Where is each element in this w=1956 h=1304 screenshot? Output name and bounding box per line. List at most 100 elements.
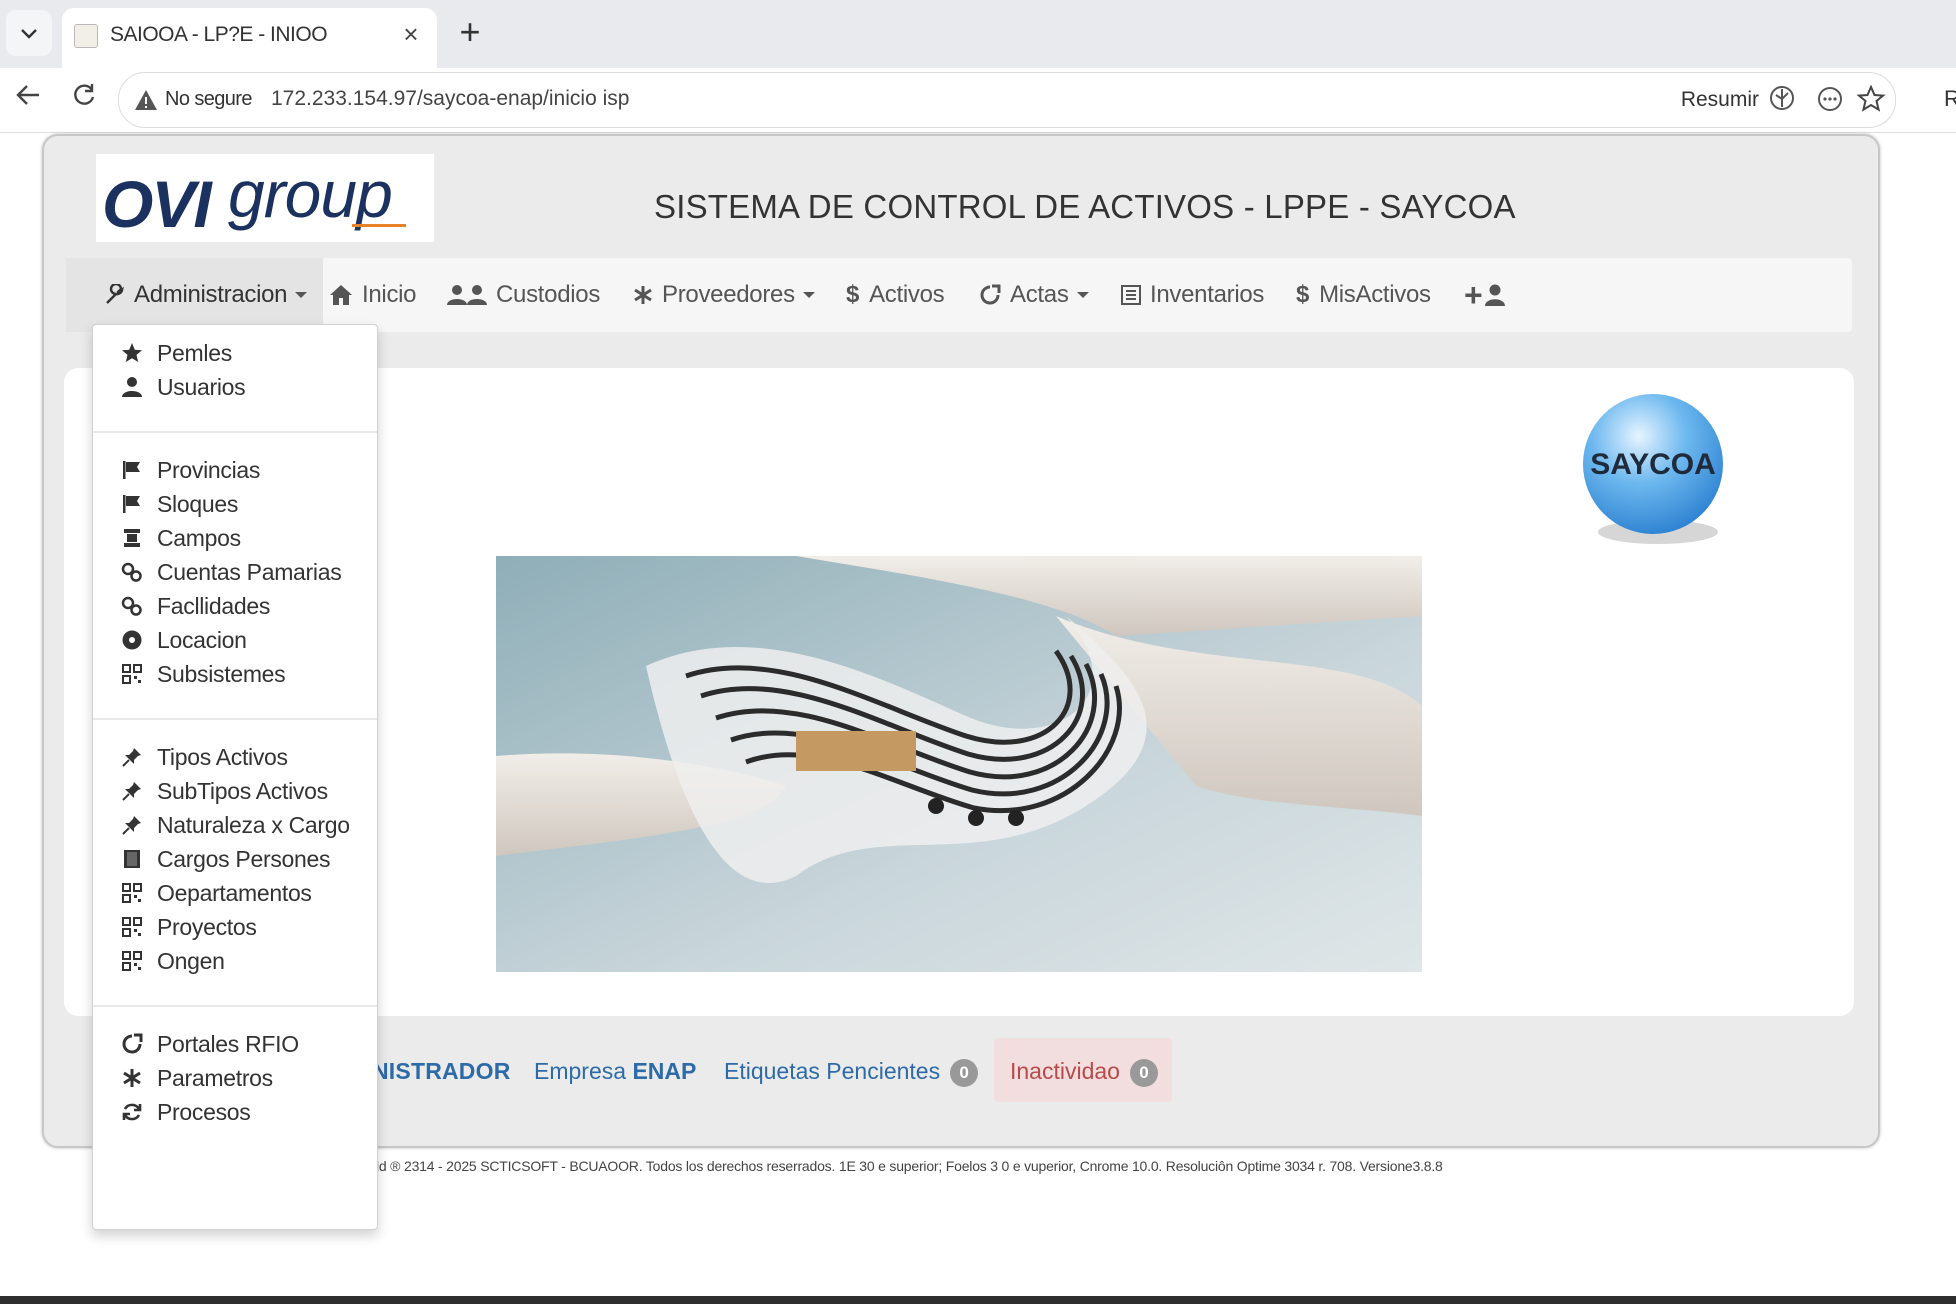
user-icon [1485, 284, 1506, 306]
summarize-button[interactable]: Resumir [1681, 88, 1759, 112]
caret-down-icon [802, 292, 815, 298]
tab-title: SAIOOA - LP?E - INIOO [110, 23, 328, 46]
share-arrow-icon [980, 284, 1001, 305]
nav-proveedores[interactable]: Proveedores [632, 278, 815, 312]
more-options-icon[interactable] [1815, 84, 1845, 114]
menu-item-origen[interactable]: Ongen [119, 944, 225, 978]
not-secure-label[interactable]: No segure [165, 88, 252, 111]
qrcode-icon [122, 951, 142, 971]
etiquetas-count-badge: 0 [950, 1058, 979, 1087]
menu-item-subsistemas[interactable]: Subsistemes [119, 657, 286, 691]
menu-item-procesos[interactable]: Procesos [119, 1095, 251, 1129]
taskbar-edge [0, 1296, 1956, 1304]
bookmark-star-icon[interactable] [1855, 83, 1887, 115]
browser-toolbar: No segure 172.233.154.97/saycoa-enap/ini… [0, 68, 1956, 133]
pushpin-icon [122, 782, 141, 801]
menu-item-label: Sloques [157, 490, 239, 517]
summarize-icon[interactable] [1767, 83, 1797, 113]
menu-item-label: Provincias [157, 456, 261, 483]
logo-group-text: group [228, 157, 393, 231]
user-icon [122, 377, 142, 397]
menu-item-label: Campos [157, 524, 241, 551]
url-text[interactable]: 172.233.154.97/saycoa-enap/inicio isp [271, 87, 629, 111]
menu-item-subtipos-activos[interactable]: SubTipos Activos [119, 774, 328, 808]
pushpin-icon [122, 748, 141, 767]
etiquetas-label: Etiquetas Pencientes [724, 1058, 941, 1084]
asterisk-icon [123, 1069, 141, 1087]
menu-item-usuarios[interactable]: Usuarios [119, 370, 246, 404]
logo-ovi-text: OVI [102, 167, 212, 241]
new-tab-button[interactable]: + [450, 12, 490, 52]
nav-inventarios-label: Inventarios [1150, 281, 1265, 308]
caret-down-icon [1076, 292, 1089, 298]
menu-item-label: Locacion [157, 626, 247, 653]
menu-item-campos[interactable]: Campos [119, 521, 241, 555]
etiquetas-pendientes-link[interactable]: Etiquetas Pencientes 0 [724, 1058, 979, 1087]
menu-item-tipos-activos[interactable]: Tipos Activos [119, 740, 288, 774]
inactividad-count-badge: 0 [1129, 1058, 1158, 1087]
menu-item-bloques[interactable]: Sloques [119, 487, 238, 521]
back-button[interactable] [8, 80, 48, 120]
nav-administracion-label: Administracion [134, 281, 288, 308]
empresa-label: Empresa [534, 1058, 627, 1084]
nav-inicio[interactable]: Inicio [328, 278, 417, 312]
plus-icon: + [1464, 276, 1483, 313]
nav-administracion[interactable]: Administracion [66, 258, 324, 332]
nav-activos[interactable]: $ Activos [846, 278, 945, 312]
nav-custodios-label: Custodios [496, 281, 601, 308]
saycoa-logo: SAYCOA [1583, 394, 1723, 544]
toolbar-edge-letter: R [1944, 86, 1956, 111]
cogs-icon [121, 596, 142, 616]
inactividad-link[interactable]: Inactividao 0 [1010, 1058, 1158, 1087]
address-bar[interactable]: No segure 172.233.154.97/saycoa-enap/ini… [118, 72, 1896, 128]
menu-item-perfiles[interactable]: Pemles [119, 336, 232, 370]
menu-item-label: Facllidades [157, 592, 271, 619]
nav-activos-label: Activos [869, 281, 945, 308]
page-favicon-icon [74, 24, 98, 48]
chevron-down-icon [21, 29, 37, 39]
nav-custodios[interactable]: Custodios [446, 278, 600, 312]
menu-item-cuentas-primarias[interactable]: Cuentas Pamarias [119, 555, 342, 589]
location-icon [122, 630, 142, 650]
ovigroup-logo: OVI group [96, 154, 434, 242]
menu-item-locacion[interactable]: Locacion [119, 623, 247, 657]
menu-divider [93, 718, 377, 720]
book-icon [124, 850, 140, 868]
asterisk-icon [634, 286, 652, 304]
reload-icon [74, 84, 95, 105]
menu-item-label: Usuarios [157, 373, 246, 400]
menu-item-proyectos[interactable]: Proyectos [119, 910, 257, 944]
menu-item-provincias[interactable]: Provincias [119, 453, 260, 487]
nav-actas[interactable]: Actas [978, 278, 1089, 312]
reload-button[interactable] [64, 80, 104, 120]
tab-list-button[interactable] [6, 10, 52, 56]
browser-tab[interactable]: SAIOOA - LP?E - INIOO × [62, 8, 437, 68]
menu-item-label: Cargos Persones [157, 845, 331, 872]
browser-tab-bar: SAIOOA - LP?E - INIOO × + [0, 0, 1956, 68]
administracion-dropdown: Pemles Usuarios Provincias Sloques Campo… [92, 324, 378, 1230]
menu-item-departamentos[interactable]: Oepartamentos [119, 876, 312, 910]
dollar-icon: $ [846, 281, 860, 308]
users-icon [447, 285, 487, 305]
nav-add-user[interactable]: + [1464, 276, 1514, 313]
tab-close-icon[interactable]: × [395, 18, 427, 50]
menu-item-parametros[interactable]: Parametros [119, 1061, 273, 1095]
nav-inventarios[interactable]: Inventarios [1120, 278, 1264, 312]
star-icon [122, 343, 142, 362]
caret-down-icon [295, 292, 308, 298]
menu-item-facilidades[interactable]: Facllidades [119, 589, 270, 623]
nav-actas-label: Actas [1010, 281, 1069, 308]
menu-item-naturaleza-cargo[interactable]: Naturaleza x Cargo [119, 808, 350, 842]
menu-item-label: Procesos [157, 1098, 251, 1125]
menu-item-label: SubTipos Activos [157, 777, 328, 804]
menu-item-cargos-personas[interactable]: Cargos Persones [119, 842, 331, 876]
empresa-link[interactable]: Empresa ENAP [534, 1058, 696, 1085]
menu-item-label: Ongen [157, 947, 225, 974]
tower-icon [124, 529, 140, 547]
menu-item-portales-rfid[interactable]: Portales RFIO [119, 1027, 299, 1061]
nav-misactivos[interactable]: $ MisActivos [1296, 278, 1431, 312]
wrench-icon [106, 284, 124, 304]
flag-icon [123, 461, 140, 479]
warning-icon [135, 90, 157, 110]
qrcode-icon [122, 917, 142, 937]
